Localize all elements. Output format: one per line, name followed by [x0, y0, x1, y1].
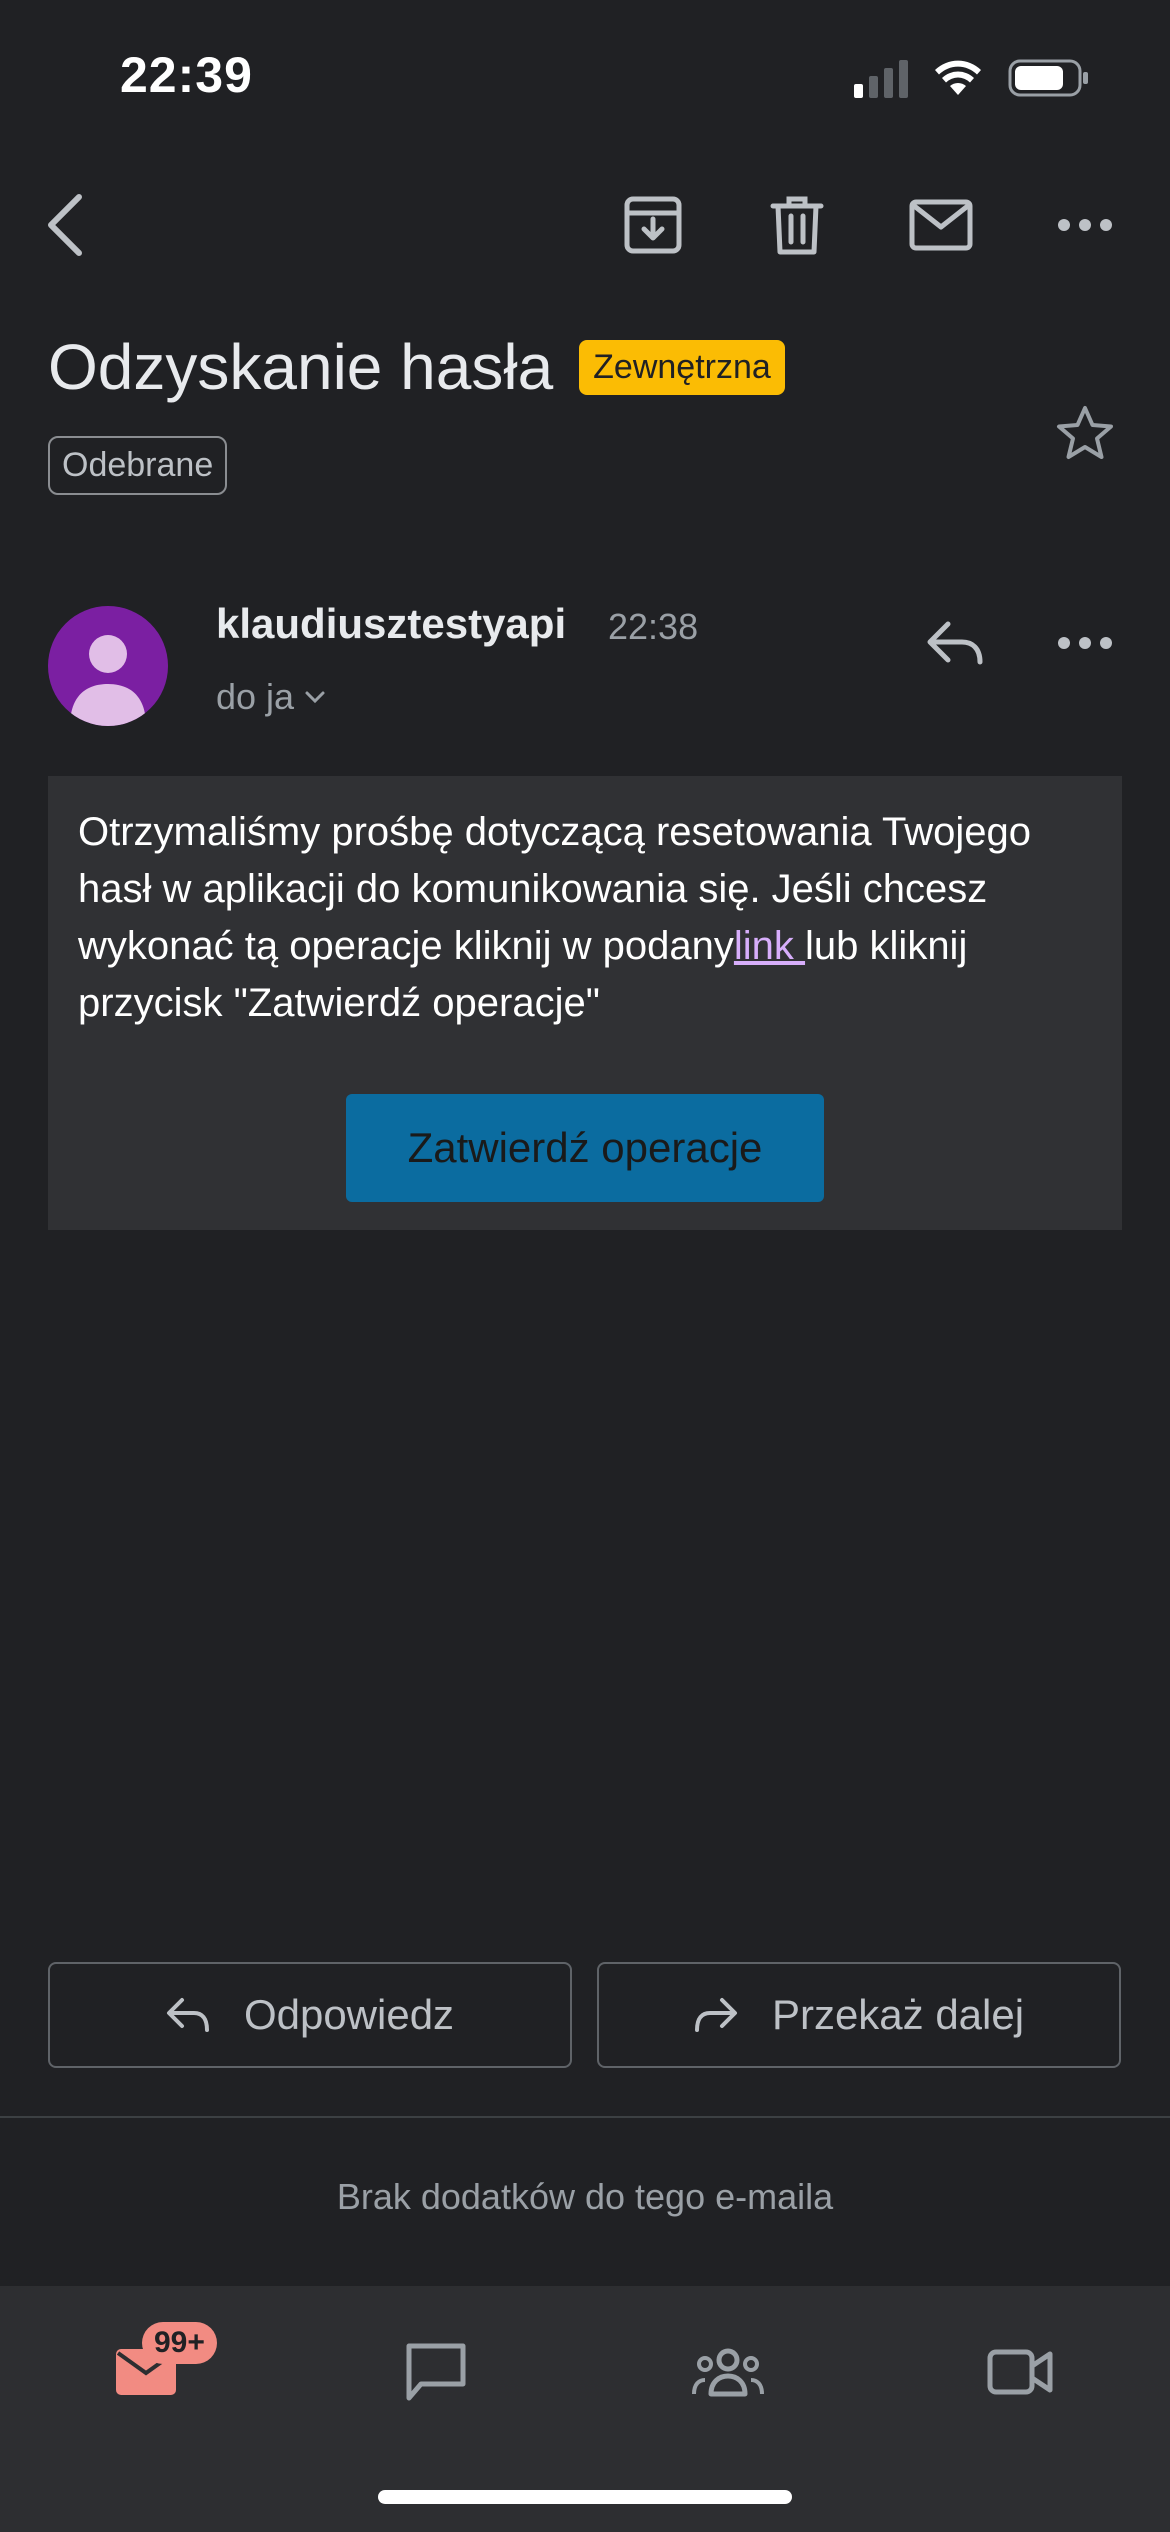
quick-reply-button[interactable] — [910, 598, 1000, 688]
more-horizontal-icon — [1058, 637, 1112, 649]
email-action-bar — [0, 180, 1170, 270]
divider — [0, 2116, 1170, 2118]
reset-link[interactable]: link — [734, 924, 805, 968]
unread-count-badge: 99+ — [142, 2322, 217, 2364]
more-horizontal-icon — [1058, 219, 1112, 231]
nav-meet[interactable] — [960, 2322, 1080, 2422]
email-view-screen: 22:39 Odzyskanie hasła Zewnętrzna Odebra… — [0, 0, 1170, 2532]
spaces-icon — [692, 2348, 764, 2397]
back-button[interactable] — [20, 180, 110, 270]
reply-icon — [927, 621, 983, 665]
wifi-icon — [935, 60, 981, 95]
nav-chat[interactable] — [376, 2322, 496, 2422]
person-icon — [70, 635, 146, 726]
chevron-left-icon — [48, 194, 82, 256]
archive-button[interactable] — [608, 180, 698, 270]
chevron-down-icon — [305, 691, 325, 704]
star-icon — [1057, 406, 1113, 459]
reply-button[interactable]: Odpowiedz — [48, 1962, 572, 2068]
forward-button[interactable]: Przekaż dalej — [597, 1962, 1121, 2068]
email-subject: Odzyskanie hasła — [48, 331, 554, 403]
sender-avatar[interactable] — [48, 606, 168, 726]
email-body-text: Otrzymaliśmy prośbę dotyczącą resetowani… — [78, 804, 1098, 1032]
external-badge: Zewnętrzna — [579, 339, 785, 395]
video-camera-icon — [987, 2349, 1053, 2395]
trash-icon — [770, 196, 824, 255]
star-button[interactable] — [1040, 388, 1130, 478]
email-body: Otrzymaliśmy prośbę dotyczącą resetowani… — [48, 776, 1122, 1230]
chat-icon — [406, 2343, 466, 2401]
sender-name: klaudiusztestyapi — [216, 600, 567, 647]
no-attachments-note: Brak dodatków do tego e-maila — [336, 2176, 834, 2217]
email-time: 22:38 — [608, 606, 699, 647]
subject-row: Odzyskanie hasła Zewnętrzna — [48, 330, 1048, 404]
recipients-toggle[interactable]: do ja — [216, 676, 326, 718]
status-icons — [854, 56, 1090, 100]
forward-button-label: Przekaż dalej — [771, 1991, 1025, 2038]
home-indicator[interactable] — [378, 2490, 792, 2504]
status-bar: 22:39 — [0, 0, 1170, 150]
nav-spaces[interactable] — [668, 2322, 788, 2422]
cellular-signal-icon — [854, 58, 908, 98]
confirm-operation-button[interactable]: Zatwierdź operacje — [346, 1094, 824, 1202]
mark-unread-button[interactable] — [896, 180, 986, 270]
more-options-button[interactable] — [1040, 180, 1130, 270]
status-time: 22:39 — [120, 47, 253, 103]
nav-mail[interactable]: 99+ — [86, 2322, 217, 2422]
folder-label-chip[interactable]: Odebrane — [48, 436, 228, 495]
forward-icon — [694, 1998, 737, 2032]
recipients-label: do ja — [216, 676, 295, 717]
battery-icon — [1008, 59, 1088, 97]
delete-button[interactable] — [752, 180, 842, 270]
mail-icon — [909, 199, 973, 251]
reply-button-label: Odpowiedz — [243, 1991, 455, 2038]
reply-icon — [166, 1998, 209, 2032]
archive-icon — [624, 196, 682, 254]
message-more-button[interactable] — [1040, 598, 1130, 688]
